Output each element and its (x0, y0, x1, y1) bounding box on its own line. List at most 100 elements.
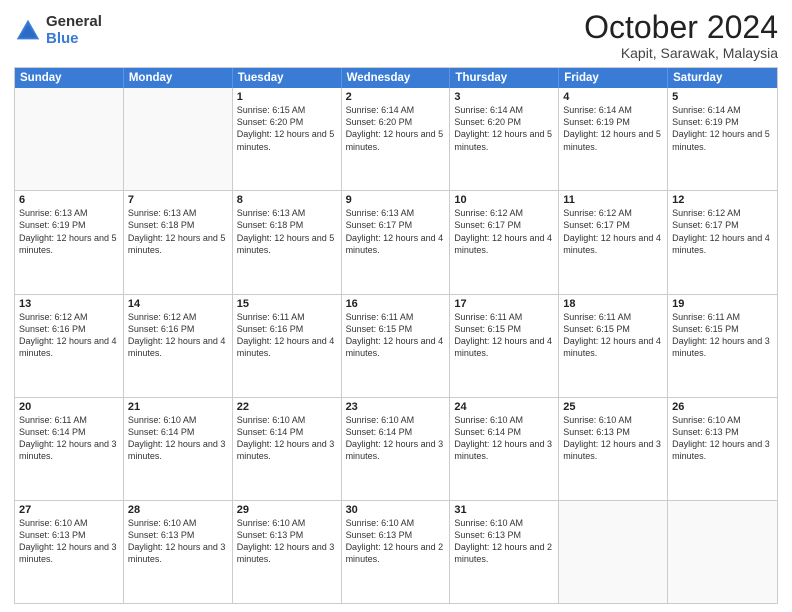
cell-sun-info: Sunrise: 6:10 AM Sunset: 6:13 PM Dayligh… (672, 414, 773, 463)
cell-sun-info: Sunrise: 6:10 AM Sunset: 6:13 PM Dayligh… (237, 517, 337, 566)
calendar-cell: 22Sunrise: 6:10 AM Sunset: 6:14 PM Dayli… (233, 398, 342, 500)
day-number: 30 (346, 504, 446, 516)
calendar-cell: 6Sunrise: 6:13 AM Sunset: 6:19 PM Daylig… (15, 191, 124, 293)
header: General Blue October 2024 Kapit, Sarawak… (14, 10, 778, 61)
day-number: 24 (454, 401, 554, 413)
calendar-day-header: Thursday (450, 68, 559, 88)
day-number: 7 (128, 194, 228, 206)
day-number: 26 (672, 401, 773, 413)
cell-sun-info: Sunrise: 6:11 AM Sunset: 6:15 PM Dayligh… (672, 311, 773, 360)
cell-sun-info: Sunrise: 6:11 AM Sunset: 6:15 PM Dayligh… (563, 311, 663, 360)
cell-sun-info: Sunrise: 6:13 AM Sunset: 6:17 PM Dayligh… (346, 207, 446, 256)
day-number: 20 (19, 401, 119, 413)
day-number: 14 (128, 298, 228, 310)
cell-sun-info: Sunrise: 6:10 AM Sunset: 6:13 PM Dayligh… (454, 517, 554, 566)
calendar-body: 1Sunrise: 6:15 AM Sunset: 6:20 PM Daylig… (15, 88, 777, 603)
day-number: 23 (346, 401, 446, 413)
day-number: 16 (346, 298, 446, 310)
calendar-cell: 13Sunrise: 6:12 AM Sunset: 6:16 PM Dayli… (15, 295, 124, 397)
day-number: 10 (454, 194, 554, 206)
cell-sun-info: Sunrise: 6:10 AM Sunset: 6:13 PM Dayligh… (19, 517, 119, 566)
calendar-cell: 3Sunrise: 6:14 AM Sunset: 6:20 PM Daylig… (450, 88, 559, 190)
calendar-cell: 24Sunrise: 6:10 AM Sunset: 6:14 PM Dayli… (450, 398, 559, 500)
day-number: 18 (563, 298, 663, 310)
calendar-week-row: 6Sunrise: 6:13 AM Sunset: 6:19 PM Daylig… (15, 190, 777, 293)
logo-text: General Blue (46, 14, 102, 47)
calendar: SundayMondayTuesdayWednesdayThursdayFrid… (14, 67, 778, 604)
cell-sun-info: Sunrise: 6:10 AM Sunset: 6:14 PM Dayligh… (346, 414, 446, 463)
calendar-cell: 18Sunrise: 6:11 AM Sunset: 6:15 PM Dayli… (559, 295, 668, 397)
cell-sun-info: Sunrise: 6:10 AM Sunset: 6:13 PM Dayligh… (563, 414, 663, 463)
cell-sun-info: Sunrise: 6:14 AM Sunset: 6:20 PM Dayligh… (346, 104, 446, 153)
logo-icon (14, 17, 42, 45)
calendar-cell: 30Sunrise: 6:10 AM Sunset: 6:13 PM Dayli… (342, 501, 451, 603)
day-number: 15 (237, 298, 337, 310)
day-number: 31 (454, 504, 554, 516)
day-number: 25 (563, 401, 663, 413)
calendar-cell: 1Sunrise: 6:15 AM Sunset: 6:20 PM Daylig… (233, 88, 342, 190)
day-number: 21 (128, 401, 228, 413)
cell-sun-info: Sunrise: 6:13 AM Sunset: 6:18 PM Dayligh… (237, 207, 337, 256)
calendar-cell: 11Sunrise: 6:12 AM Sunset: 6:17 PM Dayli… (559, 191, 668, 293)
calendar-cell: 15Sunrise: 6:11 AM Sunset: 6:16 PM Dayli… (233, 295, 342, 397)
calendar-day-header: Friday (559, 68, 668, 88)
cell-sun-info: Sunrise: 6:11 AM Sunset: 6:15 PM Dayligh… (346, 311, 446, 360)
calendar-cell (559, 501, 668, 603)
day-number: 11 (563, 194, 663, 206)
day-number: 8 (237, 194, 337, 206)
cell-sun-info: Sunrise: 6:12 AM Sunset: 6:17 PM Dayligh… (454, 207, 554, 256)
title-area: October 2024 Kapit, Sarawak, Malaysia (584, 10, 778, 61)
calendar-cell (15, 88, 124, 190)
calendar-cell (124, 88, 233, 190)
day-number: 4 (563, 91, 663, 103)
calendar-cell: 31Sunrise: 6:10 AM Sunset: 6:13 PM Dayli… (450, 501, 559, 603)
calendar-cell: 26Sunrise: 6:10 AM Sunset: 6:13 PM Dayli… (668, 398, 777, 500)
calendar-day-header: Monday (124, 68, 233, 88)
cell-sun-info: Sunrise: 6:11 AM Sunset: 6:16 PM Dayligh… (237, 311, 337, 360)
cell-sun-info: Sunrise: 6:10 AM Sunset: 6:14 PM Dayligh… (454, 414, 554, 463)
cell-sun-info: Sunrise: 6:10 AM Sunset: 6:13 PM Dayligh… (346, 517, 446, 566)
calendar-cell: 12Sunrise: 6:12 AM Sunset: 6:17 PM Dayli… (668, 191, 777, 293)
month-title: October 2024 (584, 10, 778, 45)
calendar-cell: 5Sunrise: 6:14 AM Sunset: 6:19 PM Daylig… (668, 88, 777, 190)
calendar-cell: 9Sunrise: 6:13 AM Sunset: 6:17 PM Daylig… (342, 191, 451, 293)
cell-sun-info: Sunrise: 6:14 AM Sunset: 6:20 PM Dayligh… (454, 104, 554, 153)
day-number: 13 (19, 298, 119, 310)
cell-sun-info: Sunrise: 6:12 AM Sunset: 6:17 PM Dayligh… (672, 207, 773, 256)
calendar-cell: 2Sunrise: 6:14 AM Sunset: 6:20 PM Daylig… (342, 88, 451, 190)
day-number: 29 (237, 504, 337, 516)
day-number: 19 (672, 298, 773, 310)
calendar-day-header: Saturday (668, 68, 777, 88)
calendar-week-row: 20Sunrise: 6:11 AM Sunset: 6:14 PM Dayli… (15, 397, 777, 500)
cell-sun-info: Sunrise: 6:11 AM Sunset: 6:15 PM Dayligh… (454, 311, 554, 360)
calendar-week-row: 1Sunrise: 6:15 AM Sunset: 6:20 PM Daylig… (15, 88, 777, 190)
day-number: 3 (454, 91, 554, 103)
day-number: 17 (454, 298, 554, 310)
day-number: 1 (237, 91, 337, 103)
day-number: 27 (19, 504, 119, 516)
calendar-cell: 29Sunrise: 6:10 AM Sunset: 6:13 PM Dayli… (233, 501, 342, 603)
calendar-cell: 17Sunrise: 6:11 AM Sunset: 6:15 PM Dayli… (450, 295, 559, 397)
subtitle: Kapit, Sarawak, Malaysia (584, 45, 778, 61)
cell-sun-info: Sunrise: 6:11 AM Sunset: 6:14 PM Dayligh… (19, 414, 119, 463)
calendar-cell: 19Sunrise: 6:11 AM Sunset: 6:15 PM Dayli… (668, 295, 777, 397)
cell-sun-info: Sunrise: 6:10 AM Sunset: 6:13 PM Dayligh… (128, 517, 228, 566)
cell-sun-info: Sunrise: 6:14 AM Sunset: 6:19 PM Dayligh… (563, 104, 663, 153)
day-number: 9 (346, 194, 446, 206)
day-number: 6 (19, 194, 119, 206)
calendar-cell: 23Sunrise: 6:10 AM Sunset: 6:14 PM Dayli… (342, 398, 451, 500)
cell-sun-info: Sunrise: 6:13 AM Sunset: 6:18 PM Dayligh… (128, 207, 228, 256)
day-number: 2 (346, 91, 446, 103)
cell-sun-info: Sunrise: 6:10 AM Sunset: 6:14 PM Dayligh… (128, 414, 228, 463)
page: General Blue October 2024 Kapit, Sarawak… (0, 0, 792, 612)
calendar-cell: 16Sunrise: 6:11 AM Sunset: 6:15 PM Dayli… (342, 295, 451, 397)
day-number: 22 (237, 401, 337, 413)
calendar-header: SundayMondayTuesdayWednesdayThursdayFrid… (15, 68, 777, 88)
calendar-cell: 27Sunrise: 6:10 AM Sunset: 6:13 PM Dayli… (15, 501, 124, 603)
calendar-cell: 4Sunrise: 6:14 AM Sunset: 6:19 PM Daylig… (559, 88, 668, 190)
calendar-cell: 7Sunrise: 6:13 AM Sunset: 6:18 PM Daylig… (124, 191, 233, 293)
cell-sun-info: Sunrise: 6:14 AM Sunset: 6:19 PM Dayligh… (672, 104, 773, 153)
calendar-cell: 8Sunrise: 6:13 AM Sunset: 6:18 PM Daylig… (233, 191, 342, 293)
calendar-cell: 10Sunrise: 6:12 AM Sunset: 6:17 PM Dayli… (450, 191, 559, 293)
calendar-cell (668, 501, 777, 603)
